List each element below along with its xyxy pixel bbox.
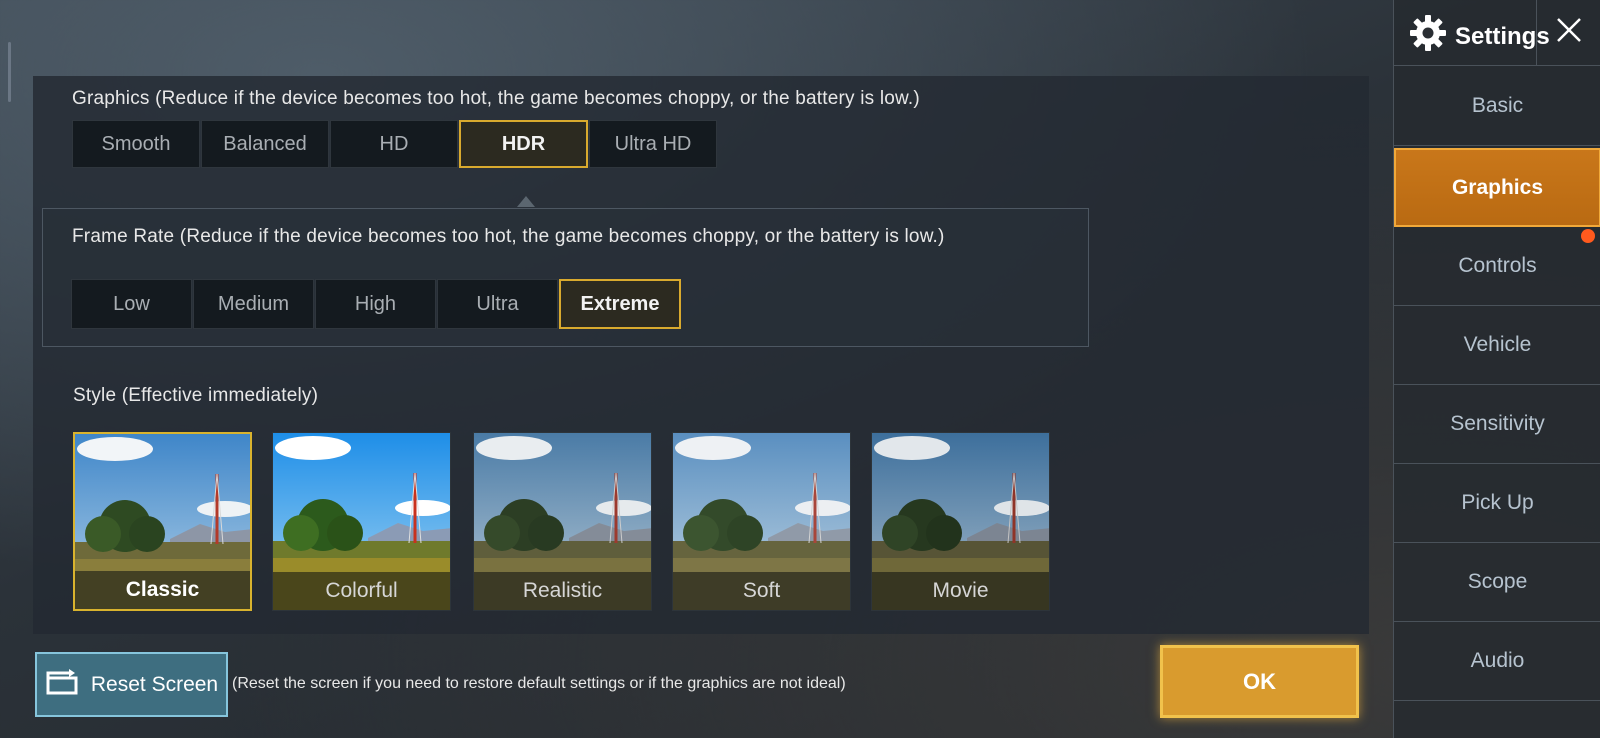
graphics-option-smooth[interactable]: Smooth	[72, 120, 200, 168]
close-icon	[1555, 16, 1583, 49]
sidebar-item-controls[interactable]: Controls	[1394, 227, 1600, 306]
sidebar-item-graphics[interactable]: Graphics	[1394, 148, 1600, 227]
style-label-classic: Classic	[75, 571, 250, 609]
close-button[interactable]	[1536, 0, 1600, 65]
graphics-quality-selector: Smooth Balanced HD HDR Ultra HD	[72, 120, 718, 168]
frame-rate-title: Frame Rate (Reduce if the device becomes…	[72, 226, 945, 247]
style-label-movie: Movie	[872, 572, 1049, 610]
sidebar-item-scope[interactable]: Scope	[1394, 543, 1600, 622]
style-option-colorful[interactable]: Colorful	[272, 432, 451, 611]
frame-rate-option-ultra[interactable]: Ultra	[437, 279, 558, 329]
frame-rate-option-extreme[interactable]: Extreme	[559, 279, 681, 329]
scroll-indicator[interactable]	[8, 42, 11, 102]
settings-title: Settings	[1409, 14, 1550, 59]
notification-dot	[1581, 229, 1595, 243]
sidebar-item-vehicle[interactable]: Vehicle	[1394, 306, 1600, 385]
sidebar-header: Settings	[1394, 0, 1600, 66]
style-option-classic[interactable]: Classic	[73, 432, 252, 611]
graphics-option-balanced[interactable]: Balanced	[201, 120, 329, 168]
style-label-colorful: Colorful	[273, 572, 450, 610]
style-option-soft[interactable]: Soft	[672, 432, 851, 611]
graphics-option-hd[interactable]: HD	[330, 120, 458, 168]
selection-caret-icon	[517, 196, 535, 207]
sidebar-item-basic[interactable]: Basic	[1394, 67, 1600, 146]
graphics-option-hdr[interactable]: HDR	[459, 120, 588, 168]
graphics-option-ultra-hd[interactable]: Ultra HD	[589, 120, 717, 168]
style-option-realistic[interactable]: Realistic	[473, 432, 652, 611]
frame-rate-option-low[interactable]: Low	[71, 279, 192, 329]
reset-screen-icon	[45, 668, 79, 701]
frame-rate-selector: Low Medium High Ultra Extreme	[71, 279, 682, 329]
frame-rate-option-medium[interactable]: Medium	[193, 279, 314, 329]
settings-sidebar: Settings Basic Graphics Controls Vehicle…	[1393, 0, 1600, 738]
frame-rate-option-high[interactable]: High	[315, 279, 436, 329]
sidebar-item-sensitivity[interactable]: Sensitivity	[1394, 385, 1600, 464]
style-label-realistic: Realistic	[474, 572, 651, 610]
graphics-title: Graphics (Reduce if the device becomes t…	[72, 88, 920, 109]
reset-screen-label: Reset Screen	[90, 672, 219, 696]
style-option-movie[interactable]: Movie	[871, 432, 1050, 611]
sidebar-item-pick-up[interactable]: Pick Up	[1394, 464, 1600, 543]
style-label-soft: Soft	[673, 572, 850, 610]
reset-screen-hint: (Reset the screen if you need to restore…	[232, 675, 846, 692]
style-title: Style (Effective immediately)	[73, 385, 319, 406]
sidebar-item-audio[interactable]: Audio	[1394, 622, 1600, 701]
ok-button[interactable]: OK	[1160, 645, 1359, 718]
reset-screen-button[interactable]: Reset Screen	[35, 652, 228, 717]
gear-icon	[1409, 14, 1447, 59]
